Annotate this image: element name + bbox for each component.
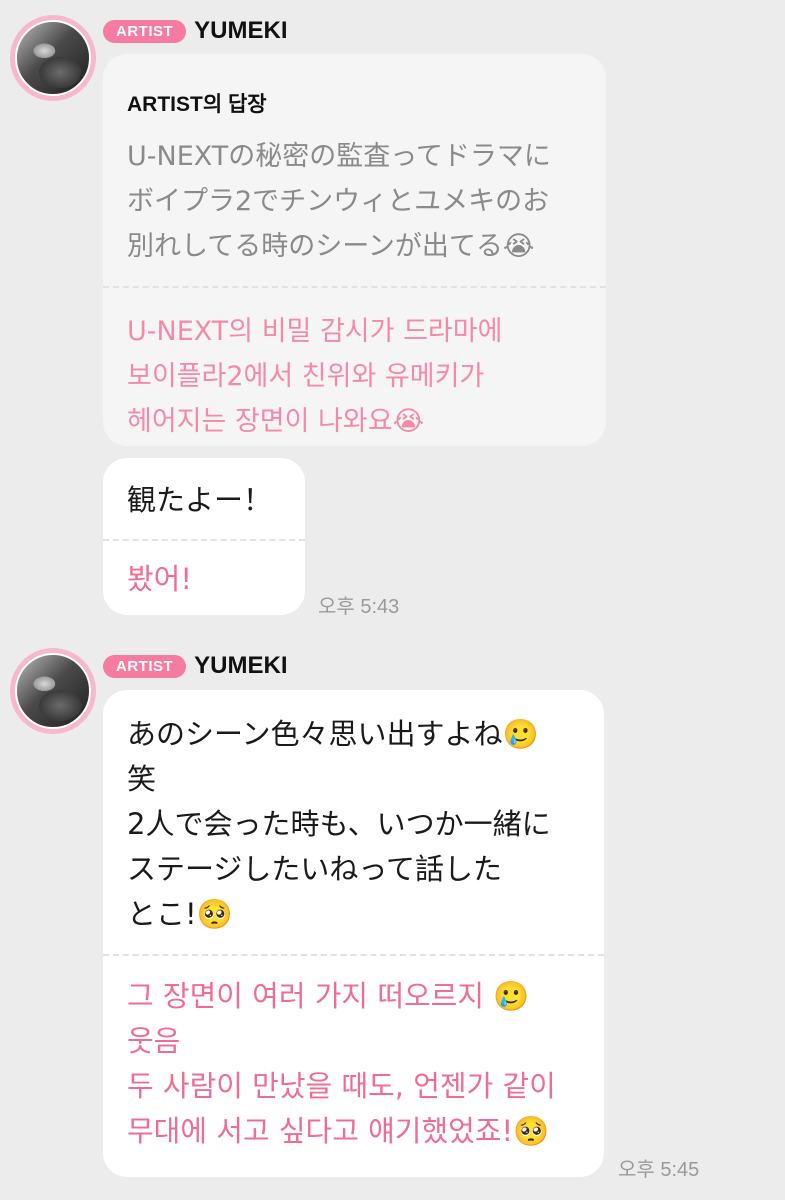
sender-header: ARTIST YUMEKI — [103, 652, 288, 680]
artist-badge: ARTIST — [103, 654, 187, 678]
artist-avatar[interactable] — [10, 648, 96, 734]
sender-name: YUMEKI — [194, 652, 288, 679]
artist-avatar[interactable] — [10, 15, 96, 101]
message-bubble[interactable]: あのシーン色々思い出すよね🥲 笑 2人で会った時も、いつか一緒に ステージしたい… — [103, 690, 604, 1177]
message-timestamp: 오후 5:43 — [318, 596, 400, 618]
reply-original-text: U-NEXTの秘密の監査ってドラマに ボイプラ2でチンウィとユメキのお 別れして… — [127, 141, 551, 262]
avatar-photo — [15, 653, 91, 729]
reply-translation-text: U-NEXT의 비밀 감시가 드라마에 보이플라2에서 친위와 유메키가 헤어지… — [127, 316, 503, 437]
avatar-photo — [15, 20, 91, 96]
message-bubble[interactable]: 観たよー！ 봤어! — [103, 458, 305, 615]
sender-header: ARTIST YUMEKI — [103, 17, 288, 45]
sender-name: YUMEKI — [194, 17, 288, 44]
reply-bubble[interactable]: ARTIST의 답장 U-NEXTの秘密の監査ってドラマに ボイプラ2でチンウィ… — [103, 54, 606, 446]
message-translation-text: 봤어! — [127, 562, 192, 596]
reply-title: ARTIST의 답장 — [127, 93, 267, 116]
message-original-text: あのシーン色々思い出すよね🥲 笑 2人で会った時も、いつか一緒に ステージしたい… — [127, 717, 551, 931]
message-original-text: 観たよー！ — [127, 483, 273, 517]
message-translation-text: 그 장면이 여러 가지 떠오르지 🥲 웃음 두 사람이 만났을 때도, 언젠가 … — [127, 979, 556, 1148]
artist-badge: ARTIST — [103, 19, 187, 43]
message-timestamp: 오후 5:45 — [618, 1159, 700, 1181]
